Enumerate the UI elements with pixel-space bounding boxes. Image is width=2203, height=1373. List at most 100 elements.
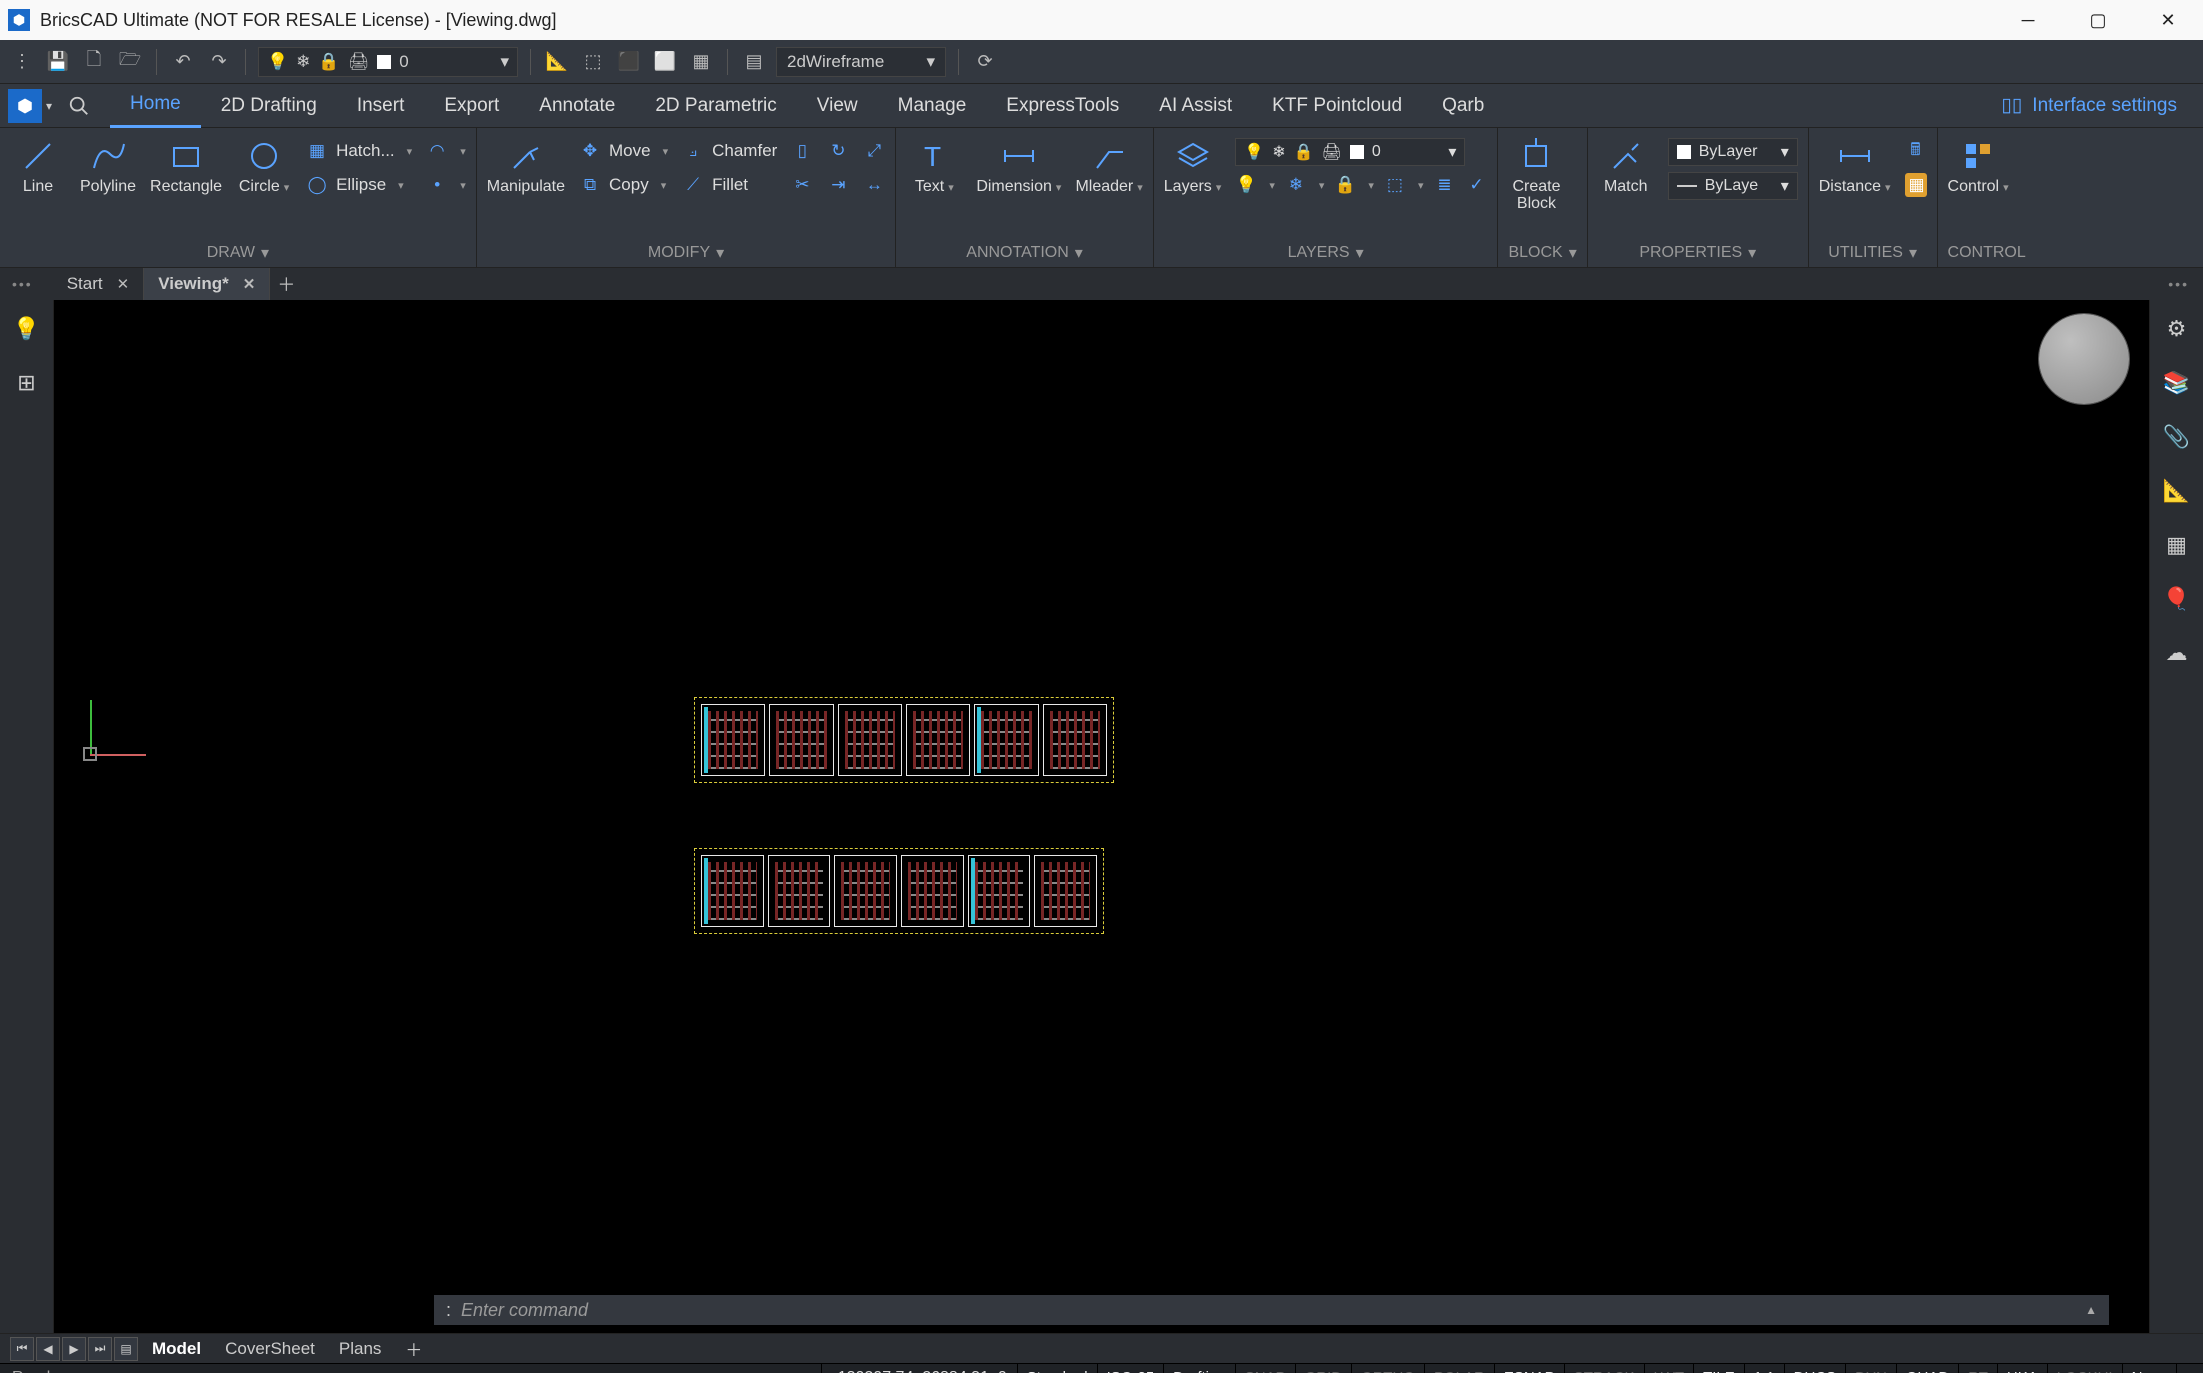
panel-utilities-label[interactable]: UTILITIES▾ <box>1819 239 1927 267</box>
status-toggle-esnap[interactable]: ESNAP <box>1494 1364 1564 1373</box>
layout-last-button[interactable]: ⏭ <box>88 1337 112 1361</box>
redo-icon[interactable]: ↷ <box>205 48 233 76</box>
control-button[interactable]: Control <box>1948 134 2009 197</box>
tab-expresstools[interactable]: ExpressTools <box>986 84 1139 128</box>
status-toggle-hka[interactable]: HKA <box>1997 1364 2047 1373</box>
tab-2d-drafting[interactable]: 2D Drafting <box>201 84 337 128</box>
layout-tab-plans[interactable]: Plans <box>327 1334 394 1364</box>
tab-overflow-right-icon[interactable]: ••• <box>2168 276 2189 292</box>
text-button[interactable]: TText <box>906 134 962 197</box>
close-button[interactable]: ✕ <box>2133 0 2203 40</box>
balloon-icon[interactable]: 🎈 <box>2163 586 2190 612</box>
arc-button[interactable]: ◠ <box>426 138 466 164</box>
tab-insert[interactable]: Insert <box>337 84 425 128</box>
layout-tab-model[interactable]: Model <box>140 1334 213 1364</box>
polyline-button[interactable]: Polyline <box>80 134 136 195</box>
drawing-canvas[interactable]: : Enter command ▲ <box>54 300 2149 1333</box>
status-drafting[interactable]: Drafting <box>1163 1364 1235 1373</box>
structure-icon[interactable]: ⊞ <box>17 370 35 396</box>
select-icon[interactable]: ⬚ <box>579 48 607 76</box>
attachments-icon[interactable]: 📎 <box>2163 424 2190 450</box>
distance-button[interactable]: Distance <box>1819 134 1891 197</box>
panel-layers-label[interactable]: LAYERS▾ <box>1164 239 1488 267</box>
layout-next-button[interactable]: ▶ <box>62 1337 86 1361</box>
add-layout-button[interactable]: ＋ <box>393 1334 434 1364</box>
maximize-button[interactable]: ▢ <box>2063 0 2133 40</box>
add-tab-button[interactable]: ＋ <box>270 271 302 297</box>
app-menu-button[interactable] <box>8 89 42 123</box>
panel-annotation-label[interactable]: ANNOTATION▾ <box>906 239 1142 267</box>
rotate-button[interactable]: ↻ <box>827 138 849 164</box>
command-expand-icon[interactable]: ▲ <box>2085 1303 2097 1317</box>
settings-icon[interactable]: ⚙ <box>2167 316 2187 342</box>
layer-freeze-button[interactable]: ❄ <box>1285 172 1325 198</box>
tab-ai-assist[interactable]: AI Assist <box>1139 84 1252 128</box>
panel-draw-label[interactable]: DRAW▾ <box>10 239 466 267</box>
status-toggle-none[interactable]: None <box>2122 1364 2177 1373</box>
interface-settings-button[interactable]: ▯▯ Interface settings <box>2001 94 2195 117</box>
status-toggle-quad[interactable]: QUAD <box>1896 1364 1958 1373</box>
status-toggle-lockui[interactable]: LOCKUI <box>2047 1364 2122 1373</box>
doc-tab-start[interactable]: Start✕ <box>53 268 144 300</box>
layers-button[interactable]: Layers <box>1164 134 1222 197</box>
status-standard[interactable]: Standard <box>1017 1364 1097 1373</box>
tab-manage[interactable]: Manage <box>878 84 987 128</box>
hatch-button[interactable]: ▦Hatch... <box>306 138 412 164</box>
move-button[interactable]: ✥Move <box>579 138 668 164</box>
layer-iso-button[interactable]: ⬚ <box>1384 172 1424 198</box>
cloud-icon[interactable]: ☁ <box>2166 640 2188 666</box>
layout-prev-button[interactable]: ◀ <box>36 1337 60 1361</box>
app-menu-chevron-icon[interactable]: ▾ <box>46 99 52 113</box>
tab-annotate[interactable]: Annotate <box>519 84 635 128</box>
create-block-button[interactable]: Create Block <box>1508 134 1564 212</box>
status-toggle-snap[interactable]: SNAP <box>1235 1364 1295 1373</box>
refresh-icon[interactable]: ⟳ <box>971 48 999 76</box>
sheets-icon[interactable]: 📐 <box>2163 478 2190 504</box>
status-toggle-ducs[interactable]: DUCS <box>1784 1364 1846 1373</box>
layout-first-button[interactable]: ⏮ <box>10 1337 34 1361</box>
status-toggle-strack[interactable]: STRACK <box>1564 1364 1644 1373</box>
workspace-icon[interactable]: ▤ <box>740 48 768 76</box>
lookfrom-widget[interactable] <box>2039 314 2129 404</box>
tab-ktf-pointcloud[interactable]: KTF Pointcloud <box>1252 84 1422 128</box>
visual-style-selector[interactable]: 2dWireframe ▾ <box>776 47 946 77</box>
layer-off-button[interactable]: 💡 <box>1235 172 1275 198</box>
mleader-button[interactable]: Mleader <box>1075 134 1142 197</box>
tab-qarb[interactable]: Qarb <box>1422 84 1504 128</box>
unhide-icon[interactable]: ▦ <box>687 48 715 76</box>
close-tab-icon[interactable]: ✕ <box>117 275 130 293</box>
extend-button[interactable]: ⇥ <box>827 172 849 198</box>
mirror-button[interactable]: ▯ <box>791 138 813 164</box>
scale-button[interactable]: ⤢ <box>863 138 885 164</box>
open-icon[interactable]: 🗁 <box>116 48 144 76</box>
status-toggle-lwt[interactable]: LWT <box>1644 1364 1694 1373</box>
layout-list-button[interactable]: ▤ <box>114 1337 138 1361</box>
layer-match-button[interactable]: ✓ <box>1465 172 1487 198</box>
ellipse-button[interactable]: ◯Ellipse <box>306 172 412 198</box>
status-toggle-rt[interactable]: RT <box>1958 1364 1997 1373</box>
circle-button[interactable]: Circle <box>236 134 292 197</box>
status-toggle-tile[interactable]: TILE <box>1693 1364 1744 1373</box>
layout-tab-coversheet[interactable]: CoverSheet <box>213 1334 327 1364</box>
minimize-button[interactable]: ─ <box>1993 0 2063 40</box>
tab-home[interactable]: Home <box>110 84 201 128</box>
select-similar-button[interactable]: ▦ <box>1905 172 1927 198</box>
linetype-selector[interactable]: ByLaye▾ <box>1668 172 1798 200</box>
measure-icon[interactable]: 📐 <box>543 48 571 76</box>
tab-2d-parametric[interactable]: 2D Parametric <box>635 84 796 128</box>
manipulate-button[interactable]: Manipulate <box>487 134 565 195</box>
layer-combo[interactable]: 💡 ❄ 🔒 🖨 0 ▾ <box>1235 138 1465 166</box>
point-button[interactable]: • <box>426 172 466 198</box>
status-menu-button[interactable]: ▾ <box>2176 1364 2203 1373</box>
dimension-button[interactable]: Dimension <box>976 134 1061 197</box>
trim-button[interactable]: ✂ <box>791 172 813 198</box>
status-toggle-polar[interactable]: POLAR <box>1424 1364 1494 1373</box>
status-toggle-1:1[interactable]: 1:1 <box>1744 1364 1784 1373</box>
copy-button[interactable]: ⧉Copy <box>579 172 668 198</box>
fillet-button[interactable]: ⟋Fillet <box>682 172 777 198</box>
chamfer-button[interactable]: ⟓Chamfer <box>682 138 777 164</box>
search-icon[interactable] <box>68 95 90 117</box>
isolate-icon[interactable]: ⬛ <box>615 48 643 76</box>
qat-layer-selector[interactable]: 💡 ❄ 🔒 🖨 0 ▾ <box>258 47 518 77</box>
layer-state-button[interactable]: ≣ <box>1433 172 1455 198</box>
